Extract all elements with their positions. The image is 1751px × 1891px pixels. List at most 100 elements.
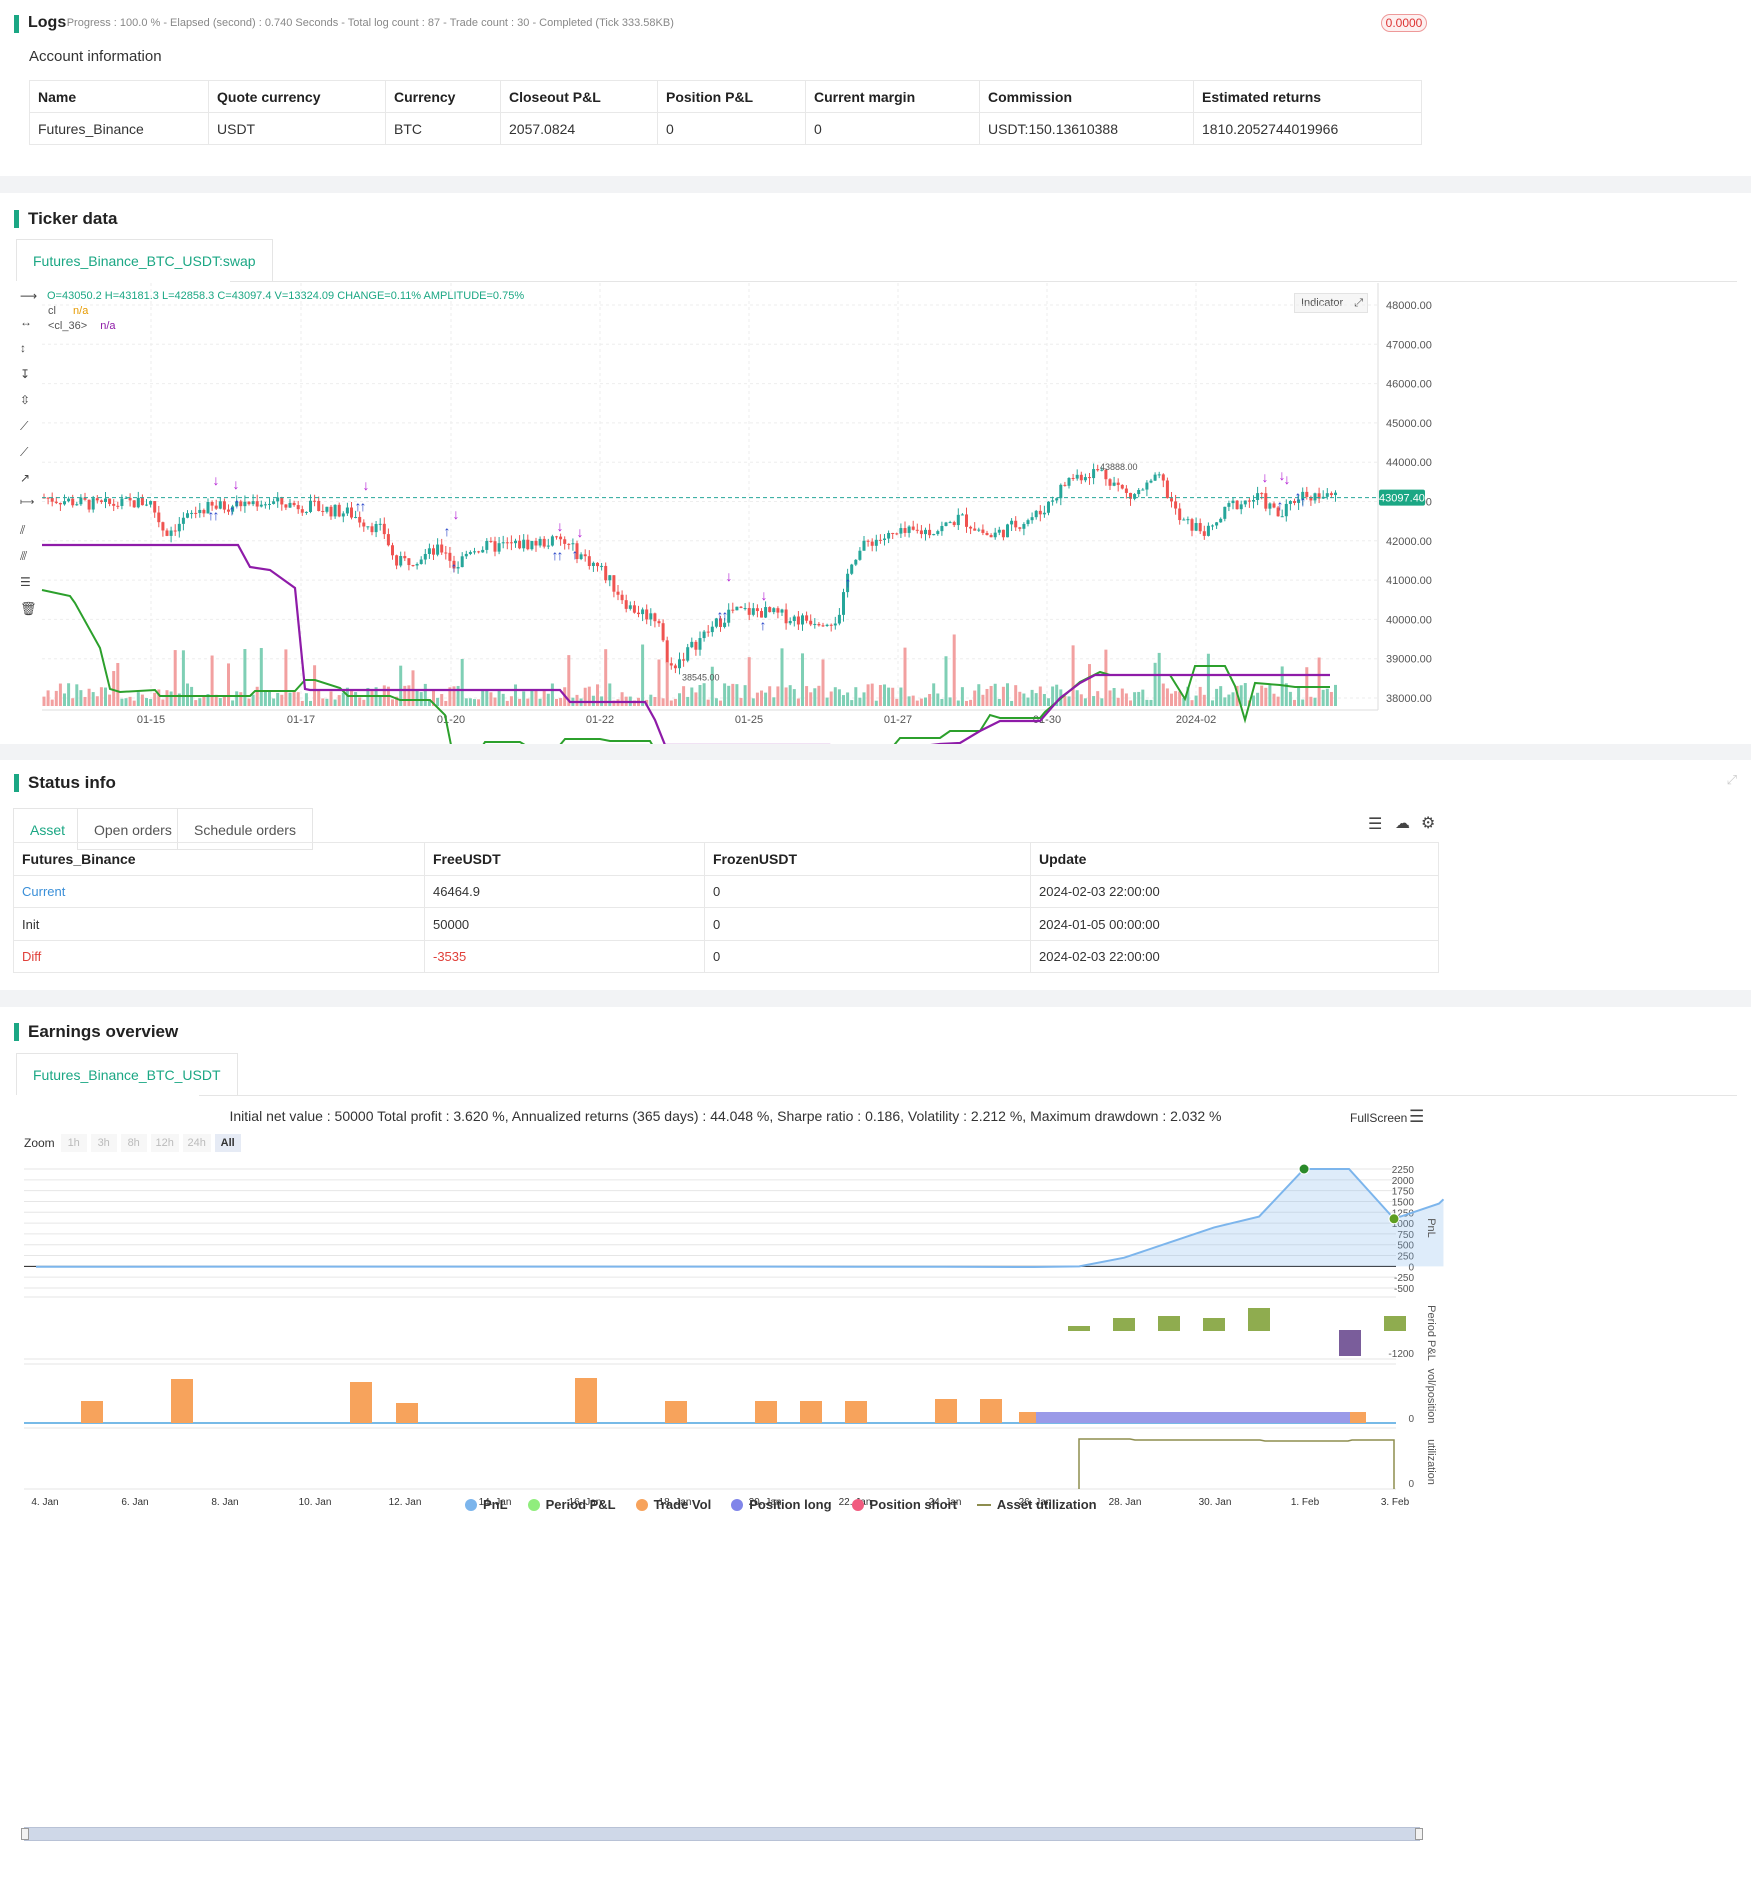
candle-body [587,556,591,566]
status-title-text: Status info [28,773,116,792]
buy-arrow-icon: ↑ [208,507,215,523]
legend-trade-vol[interactable]: Trade Vol [635,1497,711,1512]
candle-body [1268,503,1272,509]
zoom-12h-button[interactable]: 12h [150,1134,179,1152]
candle-body [993,532,997,538]
volume-bar [427,700,431,706]
gear-icon[interactable]: ⚙ [1421,813,1435,833]
volume-bar [67,683,71,706]
segment-tool-icon[interactable]: ⟋ [20,445,40,471]
volume-bar [1001,686,1005,706]
logs-status: - Progress : 100.0 % - Elapsed (second) … [60,17,674,29]
candle-body [386,534,390,546]
volume-bar [1190,700,1194,706]
volume-bar [501,693,505,706]
navigator-scrollbar[interactable] [21,1827,1423,1841]
parallel-channel-tool-icon[interactable]: ⫽ [20,523,40,549]
earnings-panel: Earnings overview Futures_Binance_BTC_US… [0,1007,1751,1891]
volume-bar [1334,684,1337,706]
list-view-icon[interactable]: ☰ [1368,814,1382,834]
volume-bar [600,696,604,706]
zoom-all-button[interactable]: All [214,1134,241,1152]
volume-bar [870,683,874,706]
price-range-tool-icon[interactable]: ⟼ [20,497,40,523]
legend-period-pnl[interactable]: Period P&L [527,1497,616,1512]
volume-bar [120,698,124,706]
panel-axis-label: PnL [1425,1218,1437,1238]
zoom-1h-button[interactable]: 1h [60,1134,87,1152]
legend-pnl[interactable]: PnL [465,1497,508,1512]
candle-body [1137,489,1141,495]
candle-body [1321,496,1325,499]
candle-body [645,609,649,620]
candle-body [583,554,587,557]
candle-body [505,542,509,544]
status-expand-icon[interactable]: ⤢ [1727,772,1737,788]
volume-bar [477,699,481,706]
candle-body [1104,469,1108,480]
legend-position-short[interactable]: Position short [851,1497,957,1512]
y-tick-label: 48000.00 [1386,300,1432,312]
volume-bar [1182,698,1186,706]
candle-body [268,503,271,505]
account-col: Commission [979,80,1194,113]
tab-earnings-symbol[interactable]: Futures_Binance_BTC_USDT [16,1053,238,1095]
zoom-3h-button[interactable]: 3h [90,1134,117,1152]
volume-bar [345,687,349,706]
period-pnl-bar [1339,1330,1361,1356]
candle-body [940,525,944,532]
vertical-line-tool-icon[interactable]: ↕ [20,341,40,367]
fib-tool-icon[interactable]: ⫻ [20,549,40,575]
volume-bar [518,698,522,706]
period-pnl-bar [1113,1318,1135,1331]
vertical-segment-tool-icon[interactable]: ⇳ [20,393,40,419]
volume-bar [325,698,329,706]
crosshair-tool-icon[interactable]: ⟶ [20,289,40,315]
candle-body [559,536,563,540]
volume-bar [1325,688,1329,706]
cloud-download-icon[interactable]: ☁ [1395,814,1410,832]
volume-bar [1268,684,1272,706]
candle-body [710,626,714,633]
candle-body [1059,484,1063,499]
asset-table: Futures_Binance FreeUSDT FrozenUSDT Upda… [13,842,1439,973]
candle-body [309,500,312,512]
horizontal-line-tool-icon[interactable]: ↔ [20,315,40,341]
pnl-tick-label: 1250 [1392,1208,1415,1219]
zoom-24h-button[interactable]: 24h [182,1134,211,1152]
candle-body [444,552,448,554]
earnings-x-tick: 3. Feb [1381,1497,1410,1508]
candle-body [489,540,493,542]
expand-icon[interactable]: ⤢ [1354,294,1363,312]
legend-asset-utilization[interactable]: Asset utilization [976,1497,1097,1512]
indicator-button[interactable]: Indicator ⤢ [1294,293,1368,313]
trash-icon[interactable]: 🗑 [20,601,40,627]
util-tick-label: 0 [1408,1479,1414,1490]
pnl-line [36,1168,1445,1269]
volume-bar [555,698,558,706]
y-tick-label: 43000.00 [1386,497,1432,509]
volume-bar [132,700,136,706]
trend-line-tool-icon[interactable]: ⟋ [20,419,40,445]
candle-body [284,504,288,508]
candle-body [313,500,317,502]
text-tool-icon[interactable]: ☰ [20,575,40,601]
legend-position-long[interactable]: Position long [731,1497,832,1512]
ray-down-tool-icon[interactable]: ↧ [20,367,40,393]
arrow-line-tool-icon[interactable]: ↗ [20,471,40,497]
fullscreen-button[interactable]: FullScreen [1350,1111,1407,1125]
sell-arrow-icon: ↓ [233,476,240,492]
candle-body [1112,482,1116,486]
tab-ticker-symbol[interactable]: Futures_Binance_BTC_USDT:swap [16,239,273,281]
navigator-left-handle[interactable] [21,1828,29,1840]
volume-bar [239,692,243,706]
volume-bar [829,691,833,706]
volume-bar [1284,683,1288,706]
candle-body [883,538,886,540]
volume-bar [546,693,550,706]
volume-bar [825,697,829,706]
menu-icon[interactable]: ☰ [1409,1107,1424,1127]
zoom-8h-button[interactable]: 8h [120,1134,147,1152]
navigator-right-handle[interactable] [1415,1828,1423,1840]
candle-body [161,522,165,531]
